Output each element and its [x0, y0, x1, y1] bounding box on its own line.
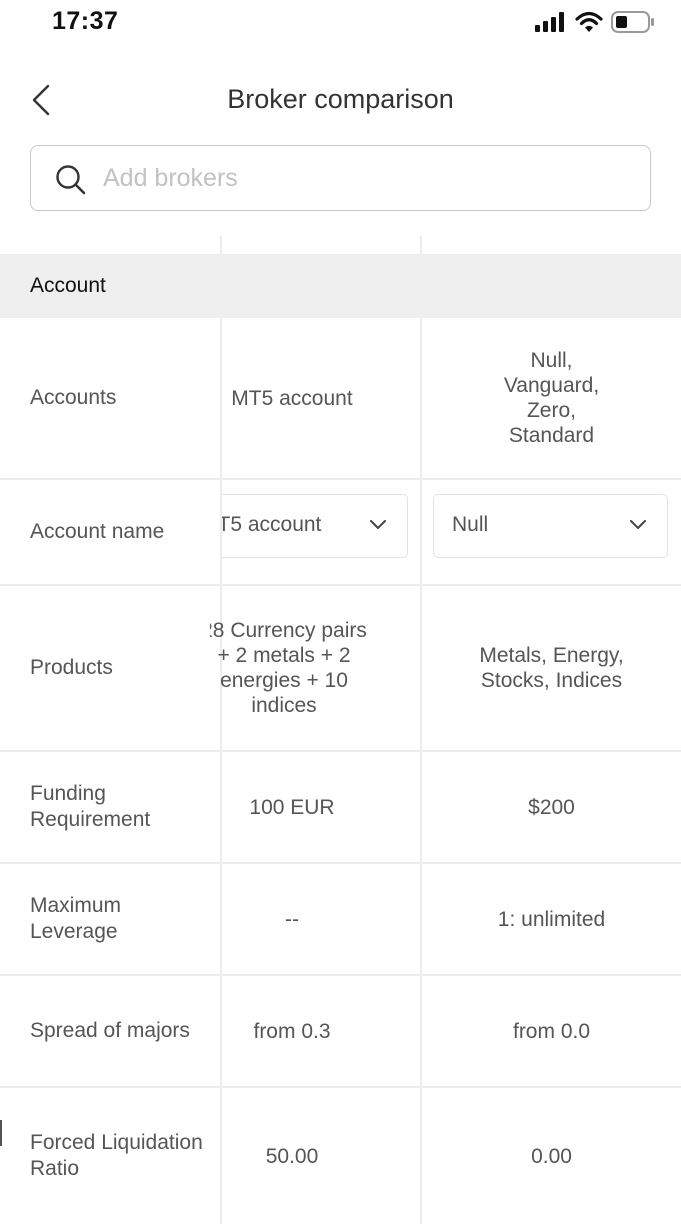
- broker-b-account-selected: Null: [452, 513, 489, 536]
- broker-a-value: 50.00: [265, 1144, 319, 1168]
- row-label: Forced Liquidation Ratio: [30, 1131, 203, 1180]
- search-input[interactable]: [103, 156, 623, 200]
- search-box[interactable]: [30, 145, 651, 211]
- broker-a-value: MT5 account: [231, 386, 353, 410]
- table-row-account-name: Account name MT5 account Null: [0, 480, 681, 586]
- broker-a-value: 28 Currency pairs + 2 metals + 2 energie…: [210, 586, 372, 750]
- table-row-leverage: Maximum Leverage -- 1: unlimited: [0, 864, 681, 976]
- signal-icon: [535, 12, 564, 32]
- row-label: Account name: [30, 520, 165, 543]
- row-label: Spread of majors: [30, 1019, 190, 1042]
- nav-bar: Broker comparison: [0, 70, 681, 130]
- battery-icon: [611, 11, 654, 33]
- comparison-table[interactable]: Account Accounts MT5 account Null, Vangu…: [0, 236, 681, 1224]
- table-row-products: Products 28 Currency pairs + 2 metals + …: [0, 586, 681, 752]
- status-icons: [535, 10, 655, 34]
- broker-a-value: 100 EUR: [249, 795, 335, 819]
- broker-a-value: --: [285, 907, 299, 931]
- broker-b-value: 1: unlimited: [497, 907, 606, 931]
- broker-b-value: Null, Vanguard, Zero, Standard: [503, 349, 600, 447]
- row-label: Accounts: [30, 386, 117, 409]
- row-label: Maximum Leverage: [30, 894, 122, 943]
- broker-b-value: from 0.0: [512, 1019, 591, 1043]
- broker-b-value: $200: [528, 795, 575, 819]
- table-row-funding: Funding Requirement 100 EUR $200: [0, 752, 681, 864]
- chevron-down-icon: [370, 520, 386, 529]
- table-row-spread: Spread of majors from 0.3 from 0.0: [0, 976, 681, 1088]
- row-label: Products: [30, 656, 113, 679]
- broker-a-account-select[interactable]: MT5 account: [222, 494, 408, 558]
- broker-a-account-selected: MT5 account: [222, 513, 322, 536]
- page-title: Broker comparison: [227, 84, 454, 114]
- search-icon: [56, 165, 86, 195]
- broker-b-value: Metals, Energy, Stocks, Indices: [479, 644, 624, 692]
- broker-b-value: 0.00: [531, 1144, 572, 1168]
- chevron-down-icon: [630, 520, 646, 529]
- broker-a-value: from 0.3: [253, 1019, 331, 1043]
- section-title: Account: [30, 274, 106, 297]
- wifi-icon: [575, 11, 603, 32]
- broker-a-products-text: 28 Currency pairs + 2 metals + 2 energie…: [210, 619, 367, 717]
- broker-b-account-select[interactable]: Null: [433, 494, 668, 558]
- row-label: Funding Requirement: [30, 782, 151, 831]
- table-row-accounts: Accounts MT5 account Null, Vanguard, Zer…: [0, 318, 681, 480]
- status-bar: 17:37: [0, 0, 681, 44]
- status-time: 17:37: [52, 7, 119, 35]
- scroll-edge-marker: [0, 1120, 2, 1146]
- section-header: Account: [0, 254, 681, 318]
- table-row-liquidation: Forced Liquidation Ratio 50.00 0.00: [0, 1088, 681, 1224]
